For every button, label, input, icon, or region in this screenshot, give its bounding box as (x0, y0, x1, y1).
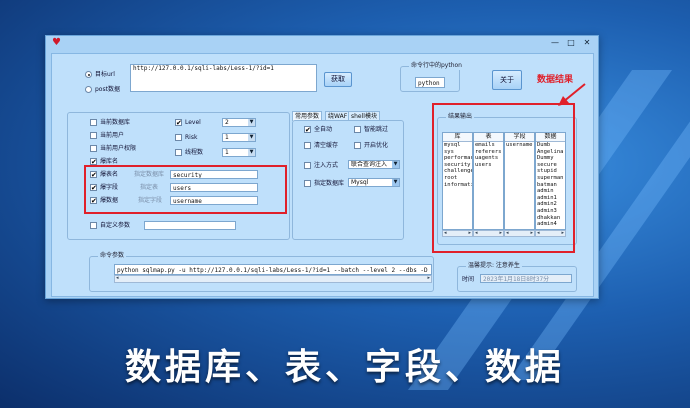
custom-param-input[interactable] (144, 221, 236, 230)
post-data-label: post数据 (95, 86, 120, 93)
command-scrollbar[interactable]: ◂ ▸ (114, 275, 432, 283)
python-group-title: 命令行中的python (409, 62, 464, 70)
current-user-checkbox[interactable] (90, 132, 97, 139)
level-label: Level (185, 119, 201, 126)
custom-param-checkbox[interactable] (90, 222, 97, 229)
enable-opt-label: 开启优化 (364, 142, 389, 149)
annotation-arrow (558, 83, 586, 106)
target-url-label: 目标url (95, 71, 115, 78)
inject-method-label: 注入方式 (314, 162, 339, 169)
specify-dbms-checkbox[interactable] (304, 180, 311, 187)
command-group-title: 命令参数 (98, 252, 127, 260)
custom-param-label: 自定义参数 (100, 222, 131, 229)
current-user-priv-checkbox[interactable] (90, 145, 97, 152)
highlight-box-results (432, 103, 575, 253)
risk-label: Risk (185, 134, 198, 141)
threads-stepper[interactable]: 1 ▼ (222, 148, 256, 157)
risk-checkbox[interactable] (175, 134, 182, 141)
main-panel: 目标url post数据 http://127.0.0.1/sqli-labs/… (51, 53, 594, 297)
chevron-down-icon[interactable]: ▼ (392, 179, 399, 186)
clear-cache-checkbox[interactable] (304, 142, 311, 149)
level-checkbox[interactable]: ✔ (175, 119, 182, 127)
full-auto-checkbox[interactable]: ✔ (304, 126, 311, 134)
dbms-select[interactable]: Mysql ▼ (348, 178, 400, 187)
target-url-radio[interactable] (85, 71, 92, 78)
video-caption: 数据库、表、字段、数据 (124, 347, 565, 388)
risk-stepper[interactable]: 1 ▼ (222, 133, 256, 142)
inject-method-select[interactable]: 联合查询注入 ▼ (348, 160, 400, 169)
smart-skip-checkbox[interactable] (354, 126, 361, 133)
specify-dbms-label: 指定数据库 (314, 180, 345, 187)
maximize-button[interactable]: □ (564, 37, 578, 48)
inject-method-checkbox[interactable] (304, 162, 311, 169)
time-label: 时间 (462, 276, 475, 283)
level-value: 2 (225, 119, 229, 126)
dbms-value: Mysql (351, 179, 369, 186)
scroll-left-icon[interactable]: ◂ (116, 276, 119, 281)
full-auto-label: 全自动 (314, 126, 333, 133)
about-button[interactable]: 关于 (492, 70, 522, 90)
highlight-box-dump (84, 165, 287, 214)
python-group: 命令行中的python python (400, 62, 464, 92)
heart-icon: ♥ (52, 37, 61, 48)
threads-value: 1 (225, 149, 229, 156)
post-data-radio[interactable] (85, 86, 92, 93)
chevron-down-icon[interactable]: ▼ (248, 149, 255, 156)
url-input[interactable]: http://127.0.0.1/sqli-labs/Less-1/?id=1 (130, 64, 317, 92)
time-value: 2023年1月18日8时37分 (480, 274, 572, 283)
fetch-button[interactable]: 获取 (324, 72, 352, 87)
clear-cache-label: 清空缓存 (314, 142, 339, 149)
dump-dbs-checkbox[interactable]: ✔ (90, 158, 97, 166)
current-db-checkbox[interactable] (90, 119, 97, 126)
close-button[interactable]: ✕ (580, 37, 594, 48)
level-stepper[interactable]: 2 ▼ (222, 118, 256, 127)
enable-opt-checkbox[interactable] (354, 142, 361, 149)
current-user-priv-label: 当前用户权限 (100, 145, 137, 152)
chevron-down-icon[interactable]: ▼ (248, 134, 255, 141)
chevron-down-icon[interactable]: ▼ (248, 119, 255, 126)
chevron-down-icon[interactable]: ▼ (392, 161, 399, 168)
tips-group-title: 温馨提示: 注意养生 (466, 262, 522, 270)
command-output[interactable]: python sqlmap.py -u http://127.0.0.1/sql… (114, 264, 432, 275)
smart-skip-label: 智能跳过 (364, 126, 389, 133)
threads-checkbox[interactable] (175, 149, 182, 156)
app-window: ♥ — □ ✕ 目标url post数据 http://127.0.0.1/sq… (45, 35, 599, 299)
scroll-right-icon[interactable]: ▸ (427, 276, 430, 281)
title-bar[interactable]: ♥ — □ ✕ (46, 36, 598, 50)
inject-method-value: 联合查询注入 (351, 161, 388, 168)
minimize-button[interactable]: — (548, 37, 562, 48)
risk-value: 1 (225, 134, 229, 141)
current-user-label: 当前用户 (100, 132, 125, 139)
threads-label: 线程数 (185, 149, 204, 156)
current-db-label: 当前数据库 (100, 119, 131, 126)
python-input[interactable]: python (415, 77, 445, 88)
